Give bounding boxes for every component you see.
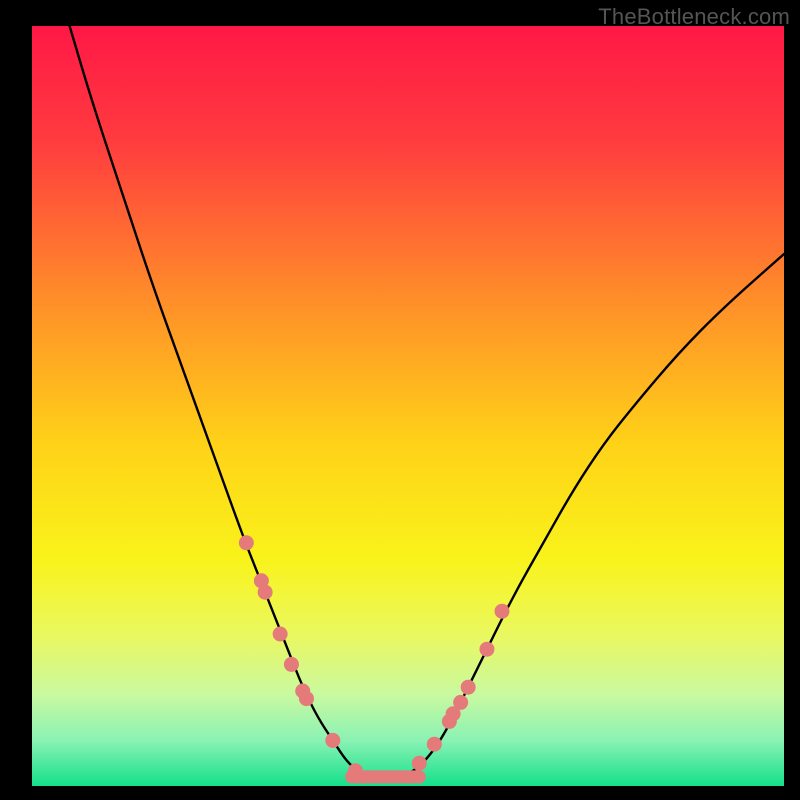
- data-marker: [412, 756, 427, 771]
- data-marker: [239, 535, 254, 550]
- data-marker: [453, 695, 468, 710]
- data-marker: [258, 585, 273, 600]
- data-marker: [325, 733, 340, 748]
- chart-gradient-bg: [32, 26, 784, 786]
- data-marker: [427, 737, 442, 752]
- data-marker: [348, 763, 363, 778]
- attribution-text: TheBottleneck.com: [598, 4, 790, 30]
- bottleneck-chart: [0, 0, 800, 800]
- data-marker: [273, 627, 288, 642]
- data-marker: [299, 691, 314, 706]
- chart-container: TheBottleneck.com: [0, 0, 800, 800]
- data-marker: [461, 680, 476, 695]
- data-marker: [495, 604, 510, 619]
- data-marker: [479, 642, 494, 657]
- data-marker: [284, 657, 299, 672]
